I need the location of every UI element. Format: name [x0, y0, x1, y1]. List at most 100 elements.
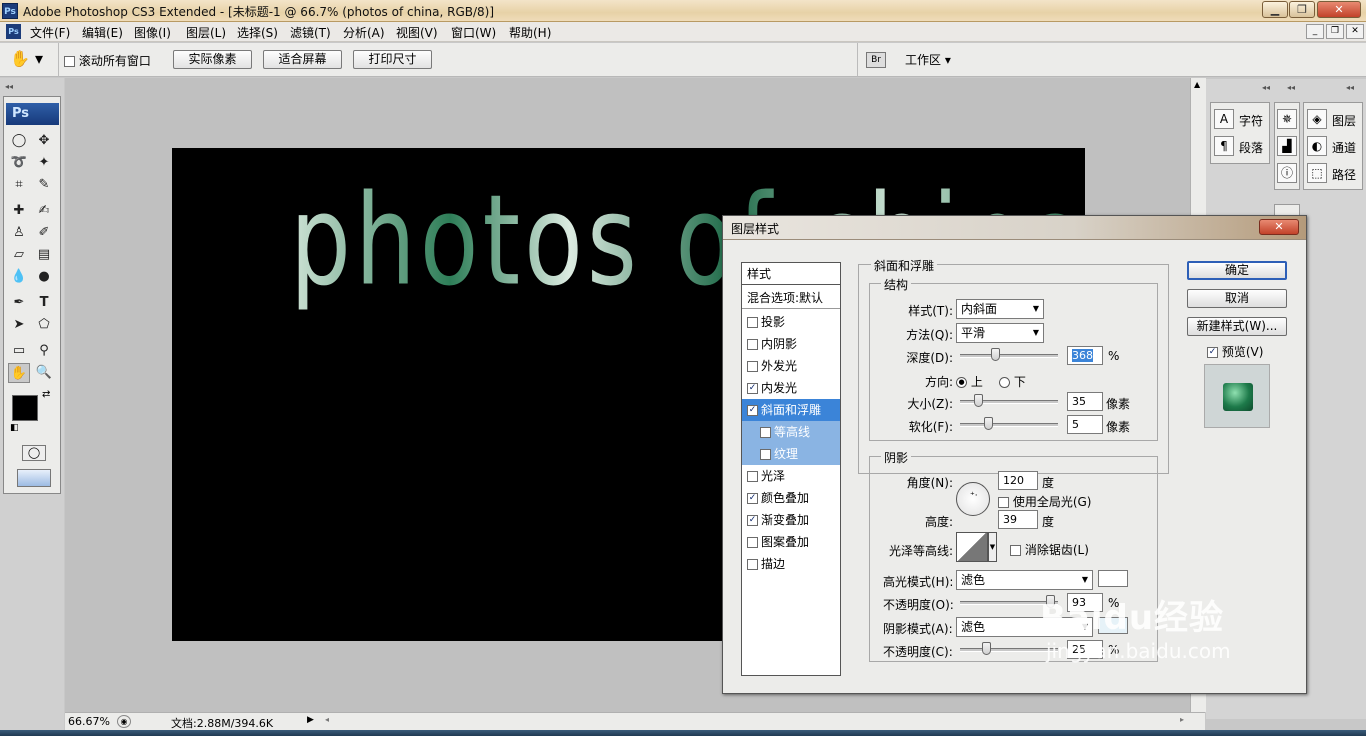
pen-tool-icon[interactable]: ✒ — [8, 293, 30, 313]
style-item[interactable]: ✓ 渐变叠加 — [742, 509, 840, 531]
shape-tool-icon[interactable]: ⬠ — [33, 315, 55, 335]
hand-tool-icon[interactable]: ✋ — [8, 363, 30, 383]
menu-filter[interactable]: 滤镜(T) — [286, 24, 335, 41]
clone-stamp-tool-icon[interactable]: ♙ — [8, 223, 30, 243]
healing-brush-tool-icon[interactable]: ✚ — [8, 201, 30, 221]
depth-slider-track[interactable] — [960, 354, 1058, 358]
collapse-arrows-icon[interactable]: ◂◂ — [1287, 83, 1295, 92]
bridge-icon[interactable]: Br — [866, 52, 886, 68]
gradient-tool-icon[interactable]: ▤ — [33, 245, 55, 265]
maximize-icon[interactable]: ❐ — [1289, 1, 1315, 18]
checkbox-icon[interactable] — [747, 471, 758, 482]
shadow-opacity-thumb[interactable] — [982, 642, 991, 655]
doc-restore-icon[interactable]: ❐ — [1326, 24, 1344, 39]
style-item[interactable]: ✓ 内发光 — [742, 377, 840, 399]
soften-field[interactable]: 5 — [1067, 415, 1103, 434]
menu-help[interactable]: 帮助(H) — [505, 24, 555, 41]
collapse-arrows-icon[interactable]: ◂◂ — [1262, 83, 1270, 92]
style-item[interactable]: 图案叠加 — [742, 531, 840, 553]
panel-channels[interactable]: 通道 — [1332, 139, 1356, 156]
menu-layer[interactable]: 图层(L) — [182, 24, 230, 41]
blur-tool-icon[interactable]: 💧 — [8, 267, 30, 287]
ok-button[interactable]: 确定 — [1187, 261, 1287, 280]
cancel-button[interactable]: 取消 — [1187, 289, 1287, 308]
angle-dial[interactable]: ⁺· — [956, 482, 990, 516]
hand-tool-preset-icon[interactable]: ✋ ▾ — [10, 49, 50, 71]
direction-up-radio[interactable]: ● 上 — [956, 373, 983, 390]
style-item[interactable]: 光泽 — [742, 465, 840, 487]
style-item[interactable]: 纹理 — [742, 443, 840, 465]
brush-tool-icon[interactable]: ✍ — [33, 201, 55, 221]
actual-pixels-button[interactable]: 实际像素 — [173, 50, 252, 69]
soften-slider-track[interactable] — [960, 423, 1058, 427]
style-item[interactable]: 投影 — [742, 311, 840, 333]
dodge-tool-icon[interactable]: ● — [33, 267, 55, 287]
layers-icon[interactable]: ◈ — [1307, 109, 1327, 129]
collapse-arrows-icon[interactable]: ◂◂ — [1346, 83, 1354, 92]
style-item[interactable]: 等高线 — [742, 421, 840, 443]
checkbox-checked-icon[interactable]: ✓ — [747, 515, 758, 526]
gloss-contour-preview[interactable] — [956, 532, 988, 562]
checkbox-icon[interactable] — [747, 317, 758, 328]
close-icon[interactable]: ✕ — [1317, 1, 1361, 18]
move-tool-icon[interactable]: ✥ — [33, 131, 55, 151]
scroll-up-icon[interactable]: ▲ — [1194, 80, 1200, 89]
menu-analysis[interactable]: 分析(A) — [339, 24, 389, 41]
minimize-icon[interactable]: ▁ — [1262, 1, 1288, 18]
menu-view[interactable]: 视图(V) — [392, 24, 442, 41]
panel-character[interactable]: 字符 — [1239, 112, 1263, 129]
status-menu-arrow-icon[interactable]: ▶ — [307, 715, 314, 725]
status-info-icon[interactable]: ◉ — [117, 715, 131, 728]
highlight-color-swatch[interactable] — [1098, 570, 1128, 587]
style-item[interactable]: 内阴影 — [742, 333, 840, 355]
checkbox-checked-icon[interactable]: ✓ — [747, 383, 758, 394]
styles-header[interactable]: 样式 — [742, 263, 840, 285]
size-slider-thumb[interactable] — [974, 394, 983, 407]
checkbox-icon[interactable] — [1010, 545, 1021, 556]
checkbox-checked-icon[interactable]: ✓ — [747, 405, 758, 416]
workspace-menu[interactable]: 工作区 ▾ — [905, 51, 951, 68]
notes-tool-icon[interactable]: ▭ — [8, 341, 30, 361]
document-icon[interactable]: Ps — [6, 24, 21, 39]
depth-field[interactable]: 368 — [1067, 346, 1103, 365]
eyedropper-tool-icon[interactable]: ⚲ — [33, 341, 55, 361]
lasso-tool-icon[interactable]: ➰ — [8, 153, 30, 173]
blend-options-item[interactable]: 混合选项:默认 — [742, 287, 840, 309]
antialias-checkbox[interactable]: 消除锯齿(L) — [1010, 541, 1089, 558]
checkbox-icon[interactable] — [747, 559, 758, 570]
style-item[interactable]: ✓ 颜色叠加 — [742, 487, 840, 509]
radio-checked-icon[interactable]: ● — [956, 377, 967, 388]
direction-down-radio[interactable]: 下 — [999, 373, 1026, 390]
angle-field[interactable]: 120 — [998, 471, 1038, 490]
scroll-all-windows-checkbox[interactable]: 滚动所有窗口 — [64, 52, 151, 69]
zoom-level[interactable]: 66.67% — [68, 715, 110, 728]
doc-minimize-icon[interactable]: _ — [1306, 24, 1324, 39]
style-item[interactable]: 描边 — [742, 553, 840, 575]
panel-paths[interactable]: 路径 — [1332, 166, 1356, 183]
global-light-checkbox[interactable]: 使用全局光(G) — [998, 493, 1092, 510]
bevel-style-select[interactable]: 内斜面 ▼ — [956, 299, 1044, 319]
dialog-close-icon[interactable]: ✕ — [1259, 219, 1299, 235]
paragraph-icon[interactable]: ¶ — [1214, 136, 1234, 156]
eraser-tool-icon[interactable]: ▱ — [8, 245, 30, 265]
dropdown-arrow-icon[interactable]: ▼ — [988, 532, 997, 562]
highlight-mode-select[interactable]: 滤色 ▼ — [956, 570, 1093, 590]
checkbox-icon[interactable] — [760, 449, 771, 460]
collapse-arrows-icon[interactable]: ◂◂ — [5, 82, 13, 91]
checkbox-icon[interactable] — [64, 56, 75, 67]
checkbox-icon[interactable] — [747, 361, 758, 372]
zoom-tool-icon[interactable]: 🔍 — [33, 363, 55, 383]
magic-wand-tool-icon[interactable]: ✦ — [33, 153, 55, 173]
channels-icon[interactable]: ◐ — [1307, 136, 1327, 156]
navigator-icon[interactable]: ✵ — [1277, 109, 1297, 129]
fit-screen-button[interactable]: 适合屏幕 — [263, 50, 342, 69]
swap-colors-icon[interactable]: ⇄ — [42, 389, 50, 400]
size-field[interactable]: 35 — [1067, 392, 1103, 411]
print-size-button[interactable]: 打印尺寸 — [353, 50, 432, 69]
checkbox-checked-icon[interactable]: ✓ — [747, 493, 758, 504]
soften-slider-thumb[interactable] — [984, 417, 993, 430]
depth-slider-thumb[interactable] — [991, 348, 1000, 361]
character-icon[interactable]: A — [1214, 109, 1234, 129]
doc-close-icon[interactable]: ✕ — [1346, 24, 1364, 39]
scroll-right-icon[interactable]: ▸ — [1180, 715, 1184, 724]
